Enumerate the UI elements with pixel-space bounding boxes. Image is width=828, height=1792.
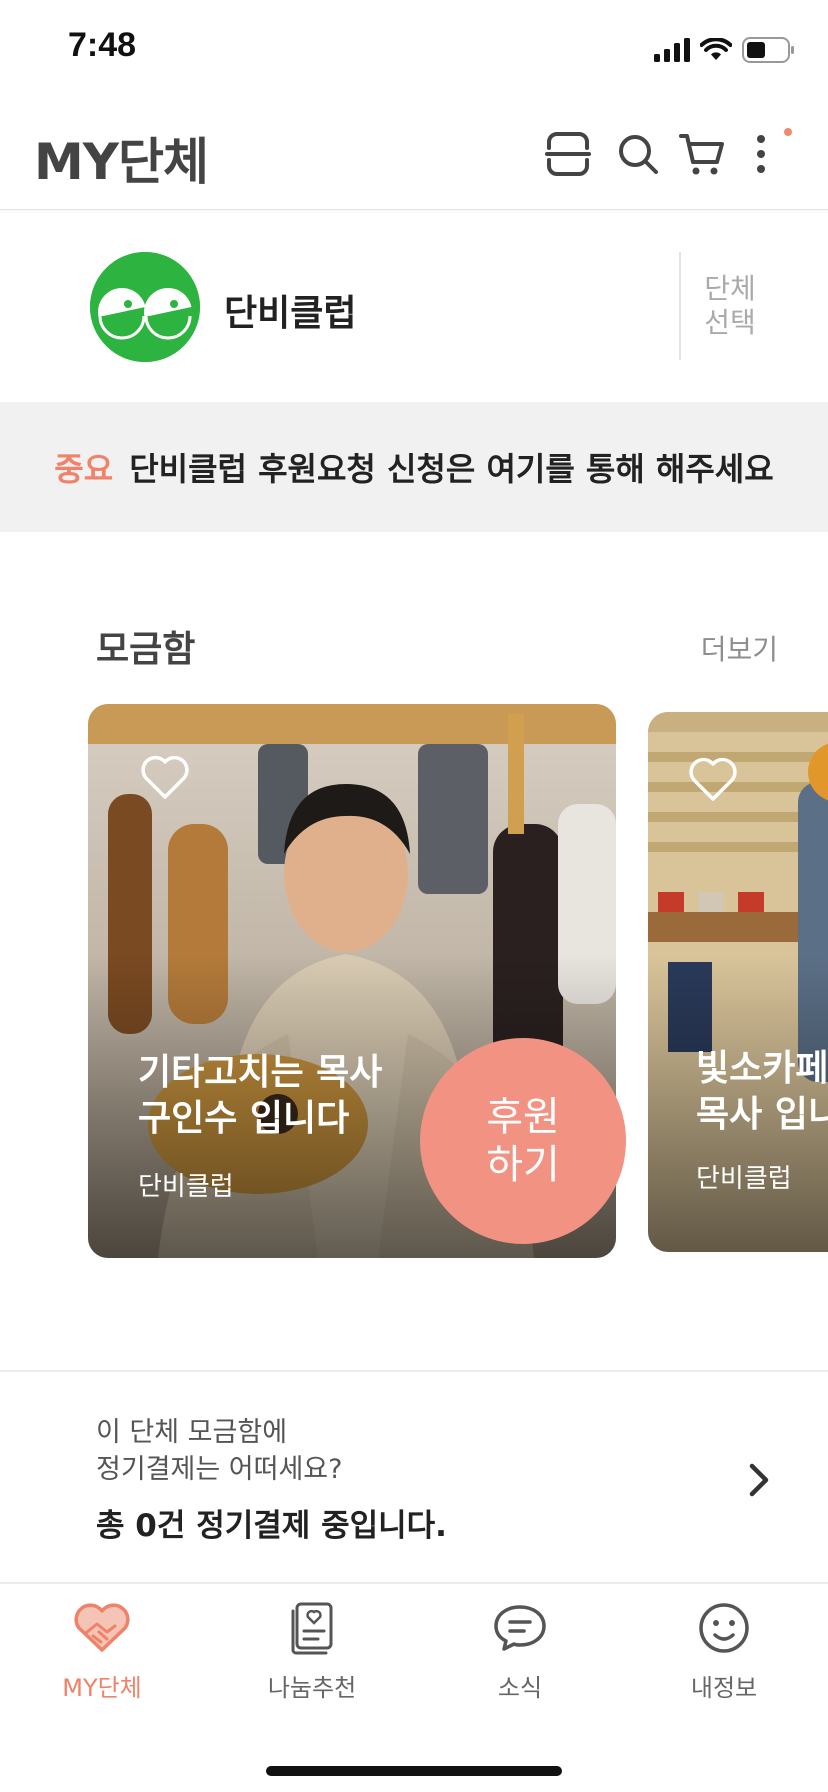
organization-name: 단비클럽 [224, 293, 357, 334]
organization-logo [90, 252, 200, 362]
cart-icon[interactable] [676, 128, 728, 180]
tab-my-info[interactable]: 내정보 [644, 1598, 804, 1708]
divider [679, 252, 681, 360]
heart-icon[interactable] [140, 754, 190, 800]
handshake-heart-icon [72, 1598, 132, 1658]
chevron-right-icon [749, 1463, 769, 1497]
more-vertical-icon[interactable] [746, 128, 776, 180]
fundraising-card[interactable]: 빛소카페 목사 입니 단비클럽 [648, 712, 828, 1252]
regular-payment-prompt[interactable]: 이 단체 모금함에 정기결제는 어떠세요? 총 0건 정기결제 중입니다. [0, 1372, 828, 1582]
card-organization: 단비클럽 [138, 1172, 234, 1202]
status-icons [654, 32, 796, 68]
donate-button[interactable]: 후원 하기 [420, 1038, 626, 1244]
regular-payment-status: 총 0건 정기결제 중입니다. [96, 1508, 447, 1544]
smiley-face-icon [694, 1598, 754, 1658]
notice-text: 단비클럽 후원요청 신청은 여기를 통해 해주세요 [129, 450, 774, 488]
battery-icon [742, 37, 794, 63]
organization-select-button[interactable]: 단체 선택 [700, 272, 760, 340]
card-title: 기타고치는 목사 구인수 입니다 [138, 1052, 383, 1139]
more-link[interactable]: 더보기 [701, 628, 778, 668]
tab-label: 내정보 [690, 1674, 758, 1702]
home-indicator [266, 1766, 562, 1776]
chat-bubble-icon [490, 1598, 550, 1658]
notification-dot [784, 128, 792, 136]
notice-badge: 중요 [54, 450, 114, 488]
tab-my-organization[interactable]: MY단체 [22, 1598, 182, 1708]
organization-row: 단비클럽 단체 선택 [0, 212, 828, 402]
heart-icon[interactable] [688, 756, 738, 802]
wifi-icon [700, 38, 732, 60]
search-icon[interactable] [612, 128, 664, 180]
card-organization: 단비클럽 [696, 1164, 792, 1194]
tab-label: 나눔추천 [267, 1674, 357, 1702]
notice-banner[interactable]: 중요 단비클럽 후원요청 신청은 여기를 통해 해주세요 [0, 402, 828, 532]
tab-label: MY단체 [62, 1674, 142, 1702]
document-recommend-icon [282, 1598, 342, 1658]
signal-icon [654, 38, 690, 62]
app-header: MY단체 [0, 100, 828, 210]
card-title: 빛소카페 목사 입니 [696, 1048, 828, 1135]
regular-payment-question: 이 단체 모금함에 정기결제는 어떠세요? [96, 1417, 343, 1485]
tab-recommend[interactable]: 나눔추천 [232, 1598, 392, 1708]
page-title: MY단체 [34, 133, 209, 191]
tab-label: 소식 [497, 1674, 543, 1702]
bottom-tab-bar: MY단체 나눔추천 소식 내정보 [0, 1582, 828, 1792]
status-time: 7:48 [68, 26, 137, 64]
section-title: 모금함 [96, 629, 196, 670]
status-bar: 7:48 [0, 0, 828, 100]
scan-icon[interactable] [542, 128, 594, 180]
tab-news[interactable]: 소식 [440, 1598, 600, 1708]
